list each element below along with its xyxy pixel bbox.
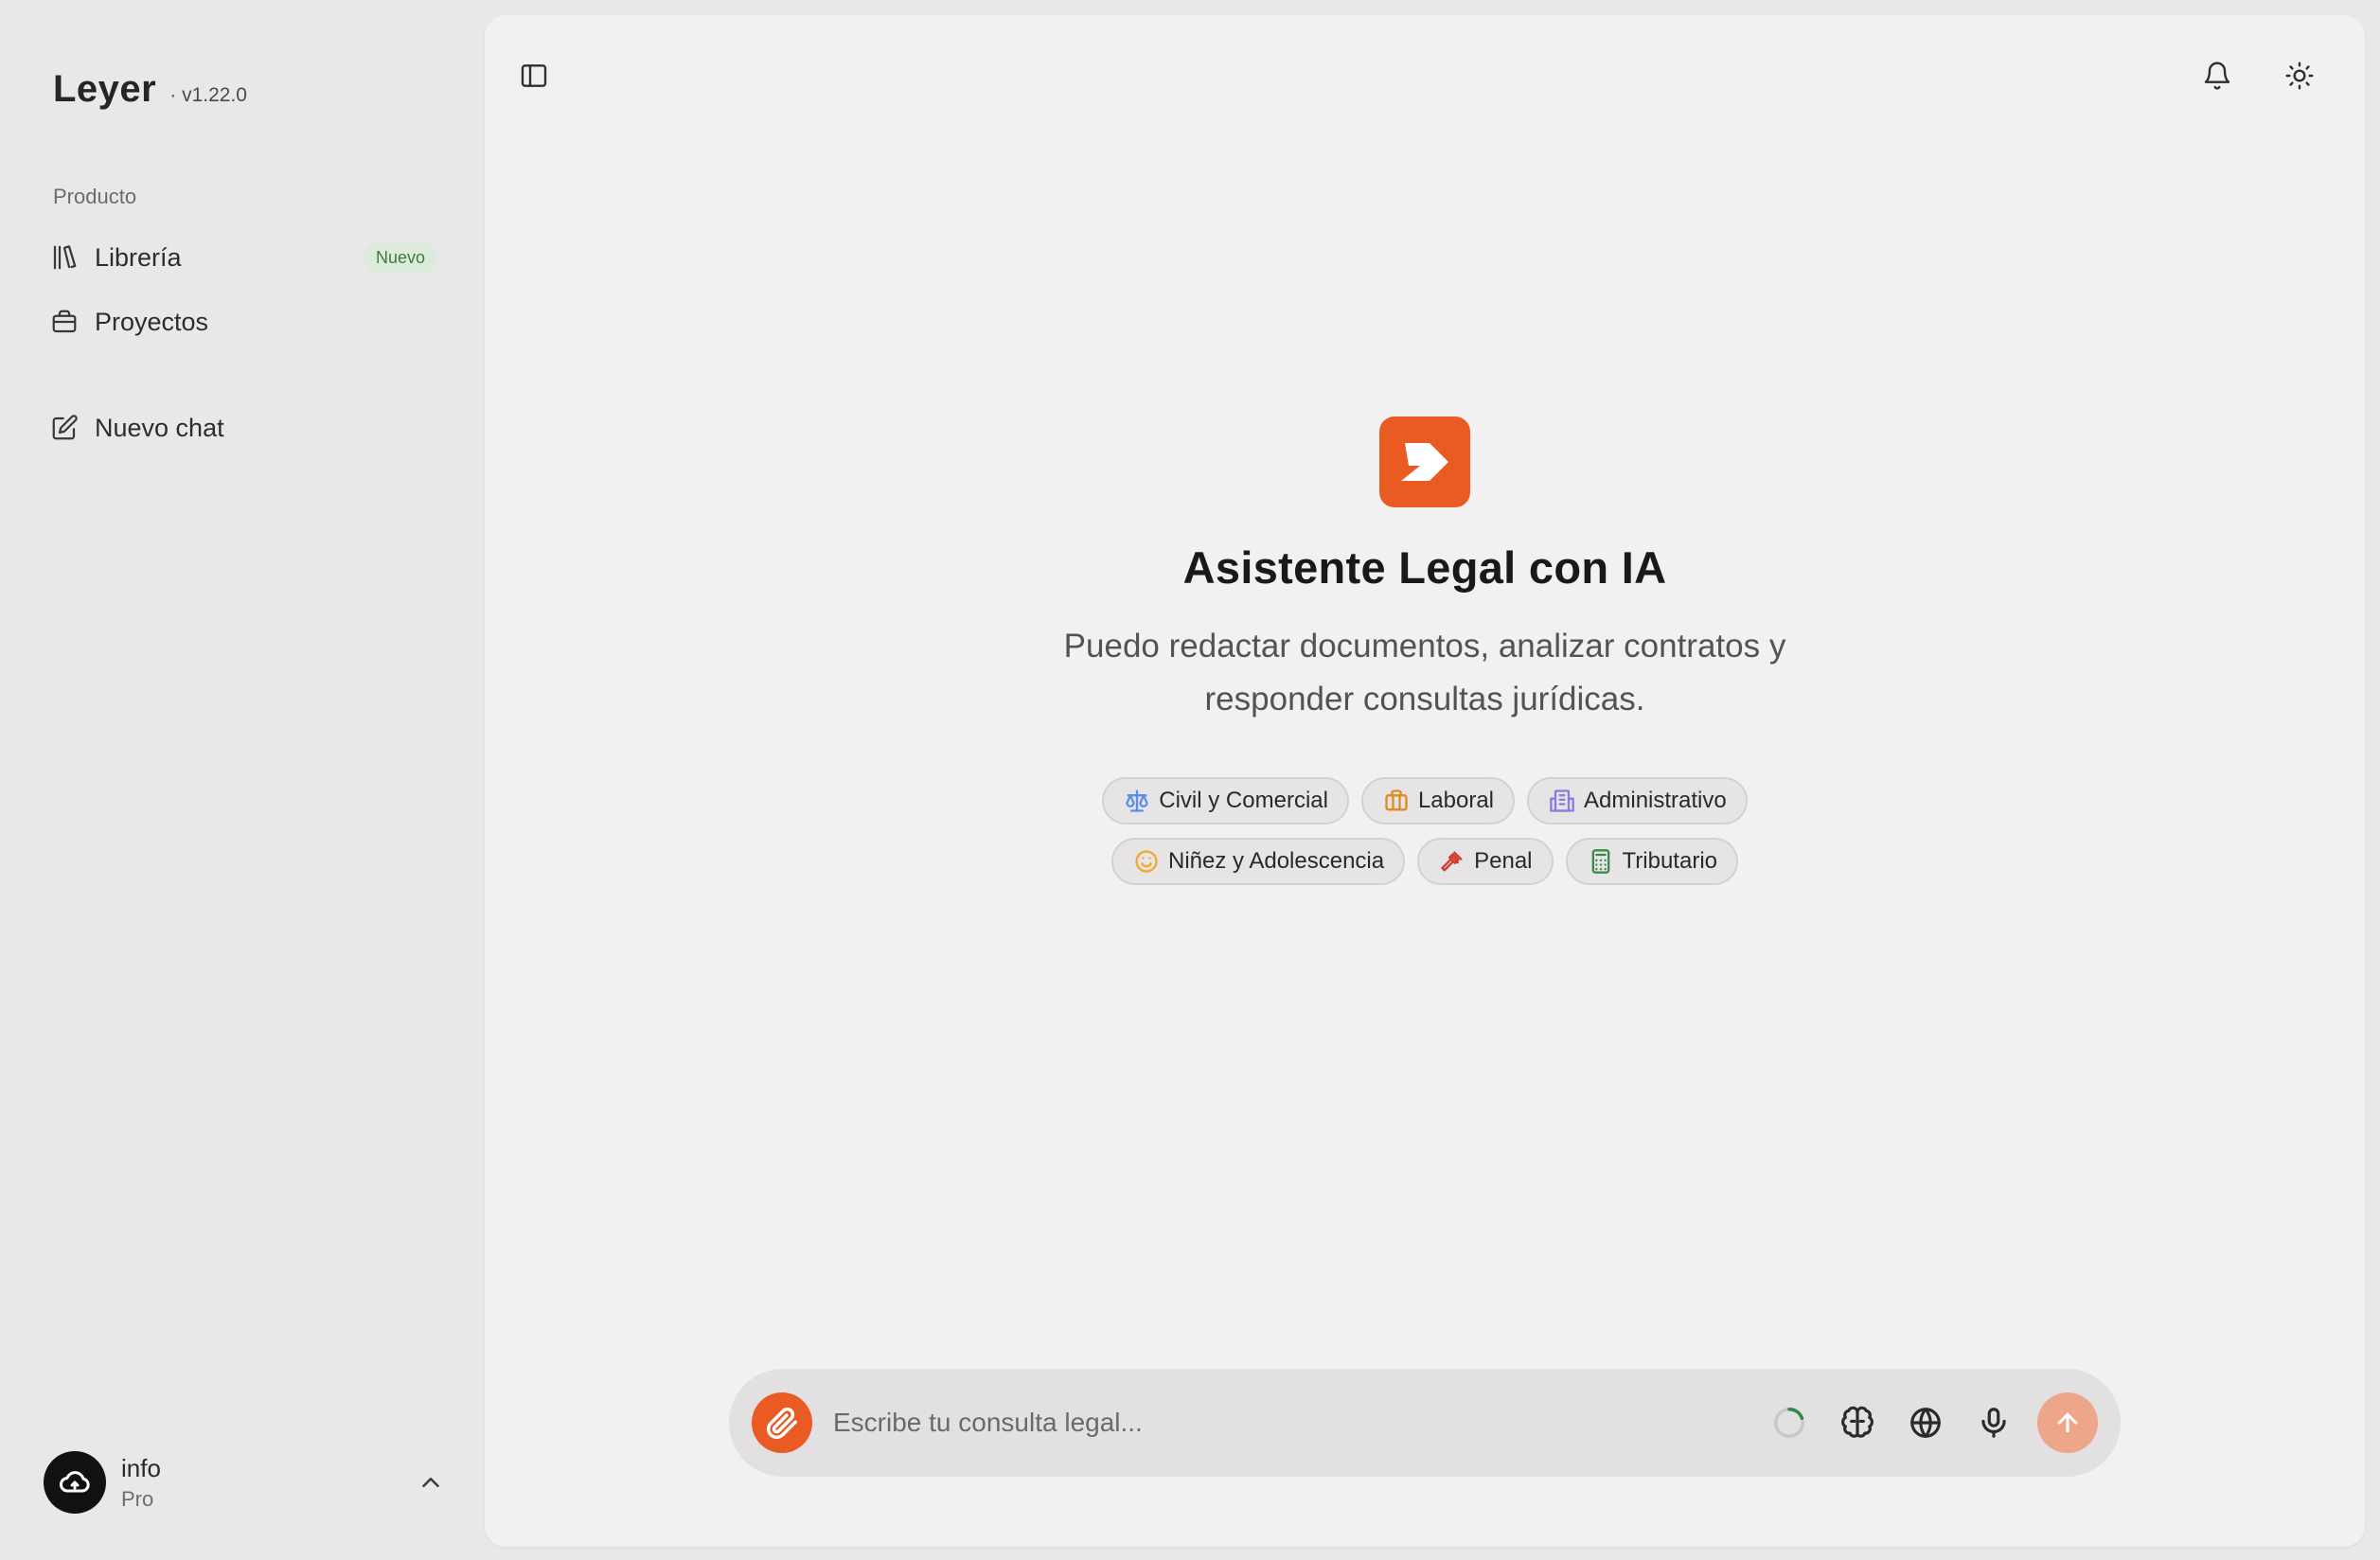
sidebar-toggle-icon [521,64,547,87]
new-chat-label: Nuevo chat [95,413,224,442]
chip-civil-comercial[interactable]: Civil y Comercial [1102,777,1349,824]
app-name: Leyer [53,68,157,110]
attach-button[interactable] [752,1392,812,1453]
app-logo-icon [1379,417,1470,507]
library-icon [49,242,80,273]
brand: Leyer · v1.22.0 [53,68,247,111]
reasoning-button[interactable] [1835,1400,1880,1445]
account-info: info Pro [121,1454,161,1512]
sidebar-item-label: Librería [95,242,182,272]
chip-label: Laboral [1417,788,1495,813]
chip-label: Penal [1474,848,1533,874]
notifications-button[interactable] [2196,55,2238,97]
app-root: Leyer · v1.22.0 Producto Librería Nuevo … [0,0,2380,1560]
toggle-sidebar-button[interactable] [513,55,555,97]
sidebar-item-libreria[interactable]: Librería Nuevo [49,233,437,282]
loading-indicator [1767,1400,1812,1445]
web-search-button[interactable] [1903,1400,1948,1445]
calculator-icon [1587,847,1615,876]
briefcase-icon [49,307,80,337]
topic-chips: Civil y Comercial Laboral Administrativo [1102,777,1748,885]
hero-title: Asistente Legal con IA [1182,542,1667,593]
bell-icon [2204,62,2230,90]
gavel-icon [1438,847,1466,876]
chat-composer [729,1369,2121,1477]
account-menu[interactable]: info Pro [44,1448,445,1516]
chip-penal[interactable]: Penal [1417,838,1554,885]
scale-icon [1123,787,1151,815]
theme-toggle-button[interactable] [2279,55,2320,97]
app-version: · v1.22.0 [169,84,247,106]
chip-ninez-adolescencia[interactable]: Niñez y Adolescencia [1110,838,1406,885]
chip-row: Civil y Comercial Laboral Administrativo [1102,777,1748,824]
briefcase-icon [1382,787,1411,815]
account-plan: Pro [121,1486,154,1511]
main-panel: Asistente Legal con IA Puedo redactar do… [485,15,2365,1547]
brain-icon [1841,1406,1874,1438]
voice-input-button[interactable] [1971,1400,2016,1445]
chip-label: Civil y Comercial [1159,788,1328,813]
new-badge: Nuevo [363,241,437,274]
avatar [44,1451,106,1514]
loading-icon [1774,1408,1804,1438]
chip-label: Tributario [1622,848,1717,874]
paperclip-icon [766,1407,797,1440]
globe-icon [1910,1408,1941,1438]
welcome-hero: Asistente Legal con IA Puedo redactar do… [485,417,2365,885]
cloud-icon [59,1471,90,1493]
chip-administrativo[interactable]: Administrativo [1527,777,1748,824]
new-chat-button[interactable]: Nuevo chat [49,403,437,452]
mic-icon [1981,1408,2006,1438]
sun-icon [2285,62,2314,90]
message-input[interactable] [833,1408,1744,1438]
chip-row: Niñez y Adolescencia Penal Tributario [1110,838,1738,885]
sidebar-item-label: Proyectos [95,307,209,336]
smile-icon [1132,847,1161,876]
chip-label: Niñez y Adolescencia [1167,848,1385,874]
section-label-producto: Producto [53,185,137,208]
sidebar: Leyer · v1.22.0 Producto Librería Nuevo … [0,0,485,1560]
hero-subtitle: Puedo redactar documentos, analizar cont… [1063,628,1786,718]
chip-label: Administrativo [1584,788,1727,813]
edit-icon [49,413,80,443]
account-name: info [121,1453,161,1482]
chip-laboral[interactable]: Laboral [1360,777,1516,824]
chip-tributario[interactable]: Tributario [1565,838,1738,885]
sidebar-item-proyectos[interactable]: Proyectos [49,297,437,346]
building-icon [1548,787,1576,815]
chevron-up-icon [417,1468,445,1497]
send-button[interactable] [2037,1392,2098,1453]
arrow-up-icon [2057,1412,2078,1433]
